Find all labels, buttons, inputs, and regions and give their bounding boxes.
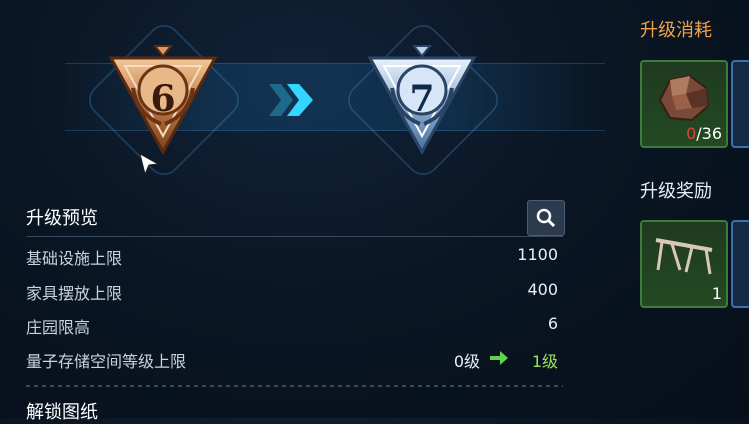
- dotted-divider: [26, 385, 563, 387]
- preview-row: 基础设施上限 1100: [26, 245, 558, 271]
- current-level-badge: 6: [103, 40, 223, 160]
- search-icon: [536, 208, 556, 228]
- cost-item-card[interactable]: 0/36: [640, 60, 728, 148]
- row-value: 1100: [517, 245, 558, 264]
- row-label: 家具摆放上限: [26, 284, 123, 303]
- reward-item-card-partial[interactable]: [731, 220, 749, 308]
- reward-item-count: 1: [711, 284, 722, 303]
- reward-item-card[interactable]: 1: [640, 220, 728, 308]
- level-from-value: 0级: [453, 352, 480, 371]
- owned-amount: 0: [686, 124, 697, 143]
- cost-item-count: 0/36: [686, 124, 722, 143]
- preview-row: 量子存储空间等级上限 0级 1级: [26, 348, 558, 374]
- reward-section-title: 升级奖励: [640, 181, 712, 202]
- pointer-cursor-icon: [139, 153, 160, 176]
- row-value: 400: [527, 280, 558, 299]
- preview-row: 家具摆放上限 400: [26, 280, 558, 306]
- required-amount: /36: [696, 124, 722, 143]
- row-label: 基础设施上限: [26, 249, 123, 268]
- level-to-value: 1级: [531, 352, 558, 371]
- next-level-number: 7: [409, 78, 435, 120]
- row-label: 量子存储空间等级上限: [26, 352, 187, 371]
- next-level-badge: 7: [362, 40, 482, 160]
- upgrade-arrow-icon: [269, 84, 313, 116]
- row-value: 6: [547, 314, 558, 333]
- section-divider: [26, 236, 563, 237]
- preview-row: 庄园限高 6: [26, 314, 558, 340]
- preview-search-button[interactable]: [527, 200, 565, 236]
- cost-section-title: 升级消耗: [640, 20, 712, 41]
- ore-icon: [658, 74, 710, 122]
- green-arrow-icon: [490, 351, 508, 365]
- current-level-number: 6: [150, 78, 176, 120]
- preview-section-title: 升级预览: [26, 208, 98, 229]
- blueprint-section-title: 解锁图纸: [26, 402, 98, 423]
- rack-icon: [655, 238, 713, 275]
- row-label: 庄园限高: [26, 318, 91, 337]
- cost-item-card-partial[interactable]: [731, 60, 749, 148]
